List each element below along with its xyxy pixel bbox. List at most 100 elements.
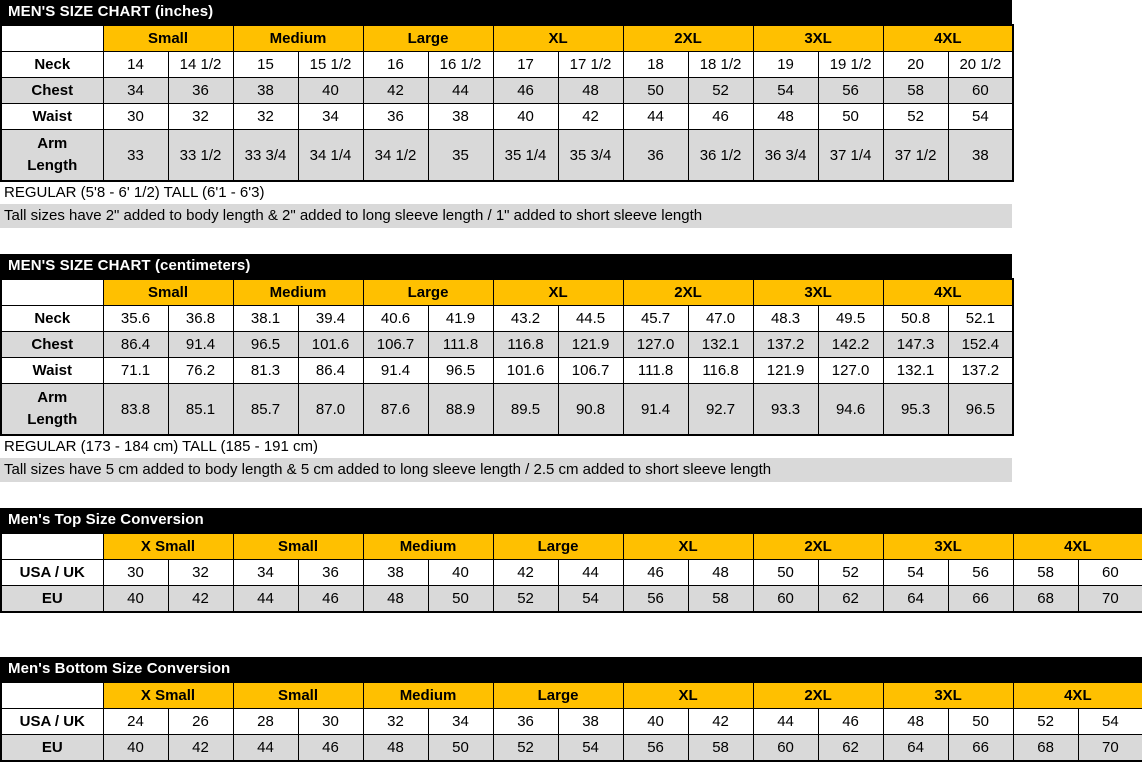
cell: 38 (557, 708, 624, 735)
cell: 30 (102, 103, 169, 130)
cell: 48 (687, 559, 754, 586)
cell: 44 (427, 77, 494, 104)
cell: 30 (102, 559, 169, 586)
cell: 39.4 (297, 305, 364, 332)
cell: 38 (362, 559, 429, 586)
cell: 54 (947, 103, 1014, 130)
row-label-arm-length: Arm Length (0, 129, 104, 182)
table-row: Waist 71.1 76.2 81.3 86.4 91.4 96.5 101.… (0, 357, 1014, 384)
cell: 49.5 (817, 305, 884, 332)
cell: 37 1/2 (882, 129, 949, 182)
cell: 56 (622, 734, 689, 762)
cell: 83.8 (102, 383, 169, 436)
cell: 58 (1012, 559, 1079, 586)
cell: 14 (102, 51, 169, 78)
table-row: USA / UK 30 32 34 36 38 40 42 44 46 48 5… (0, 559, 1142, 586)
cell: 34 1/2 (362, 129, 429, 182)
cell: 52.1 (947, 305, 1014, 332)
cell: 46 (817, 708, 884, 735)
mens-size-chart-centimeters: MEN'S SIZE CHART (centimeters) Small Med… (0, 254, 1142, 482)
cell: 56 (817, 77, 884, 104)
size-header-small: Small (102, 24, 234, 52)
cell: 33 3/4 (232, 129, 299, 182)
cell: 95.3 (882, 383, 949, 436)
row-label-eu: EU (0, 585, 104, 613)
row-label-waist: Waist (0, 103, 104, 130)
cell: 34 1/4 (297, 129, 364, 182)
cell: 32 (167, 559, 234, 586)
cell: 52 (687, 77, 754, 104)
cell: 106.7 (362, 331, 429, 358)
cell: 87.6 (362, 383, 429, 436)
size-table-inches: Small Medium Large XL 2XL 3XL 4XL Neck 1… (0, 24, 1015, 182)
cell: 40 (622, 708, 689, 735)
cell: 37 1/4 (817, 129, 884, 182)
table-header-row: Small Medium Large XL 2XL 3XL 4XL (1, 24, 1014, 52)
cell: 127.0 (622, 331, 689, 358)
cell: 17 1/2 (557, 51, 624, 78)
cell: 91.4 (622, 383, 689, 436)
size-table-centimeters: Small Medium Large XL 2XL 3XL 4XL Neck 3… (0, 278, 1015, 436)
cell: 50 (622, 77, 689, 104)
cell: 40 (102, 734, 169, 762)
cell: 66 (947, 585, 1014, 613)
cell: 96.5 (232, 331, 299, 358)
size-header-4xl: 4XL (1012, 532, 1142, 560)
cell: 111.8 (622, 357, 689, 384)
cell: 68 (1012, 585, 1079, 613)
cell: 50 (427, 585, 494, 613)
cell: 132.1 (882, 357, 949, 384)
cell: 121.9 (752, 357, 819, 384)
cell: 56 (622, 585, 689, 613)
cell: 54 (882, 559, 949, 586)
cell: 48 (557, 77, 624, 104)
size-header-xl: XL (622, 681, 754, 709)
row-label-line2: Length (27, 411, 78, 428)
cell: 48 (752, 103, 819, 130)
cell: 88.9 (427, 383, 494, 436)
cell: 90.8 (557, 383, 624, 436)
cell: 52 (492, 585, 559, 613)
table-row: Arm Length 83.8 85.1 85.7 87.0 87.6 88.9… (0, 383, 1014, 436)
table-row: Chest 34 36 38 40 42 44 46 48 50 52 54 5… (0, 77, 1014, 104)
cell: 76.2 (167, 357, 234, 384)
cell: 46 (622, 559, 689, 586)
cell: 44 (557, 559, 624, 586)
cell: 96.5 (947, 383, 1014, 436)
cell: 60 (752, 734, 819, 762)
cell: 42 (362, 77, 429, 104)
size-header-4xl: 4XL (882, 278, 1014, 306)
cell: 91.4 (167, 331, 234, 358)
cell: 64 (882, 585, 949, 613)
cell: 50 (427, 734, 494, 762)
cell: 33 (102, 129, 169, 182)
row-label-chest: Chest (0, 77, 104, 104)
corner-cell (1, 681, 104, 709)
cell: 85.7 (232, 383, 299, 436)
cell: 14 1/2 (167, 51, 234, 78)
cell: 35 (427, 129, 494, 182)
cell: 50 (947, 708, 1014, 735)
cell: 19 1/2 (817, 51, 884, 78)
cell: 92.7 (687, 383, 754, 436)
cell: 52 (882, 103, 949, 130)
cell: 16 (362, 51, 429, 78)
size-header-medium: Medium (362, 532, 494, 560)
cell: 152.4 (947, 331, 1014, 358)
cell: 127.0 (817, 357, 884, 384)
cell: 20 1/2 (947, 51, 1014, 78)
cell: 44 (752, 708, 819, 735)
cell: 96.5 (427, 357, 494, 384)
cell: 42 (557, 103, 624, 130)
cell: 48 (362, 734, 429, 762)
cell: 43.2 (492, 305, 559, 332)
row-label-line2: Length (27, 157, 78, 174)
cell: 15 1/2 (297, 51, 364, 78)
cell: 35.6 (102, 305, 169, 332)
cell: 70 (1077, 734, 1142, 762)
table-row: Neck 35.6 36.8 38.1 39.4 40.6 41.9 43.2 … (0, 305, 1014, 332)
cell: 33 1/2 (167, 129, 234, 182)
conversion-table-bottom: X Small Small Medium Large XL 2XL 3XL 4X… (0, 681, 1142, 762)
cell: 56 (947, 559, 1014, 586)
size-header-x-small: X Small (102, 532, 234, 560)
